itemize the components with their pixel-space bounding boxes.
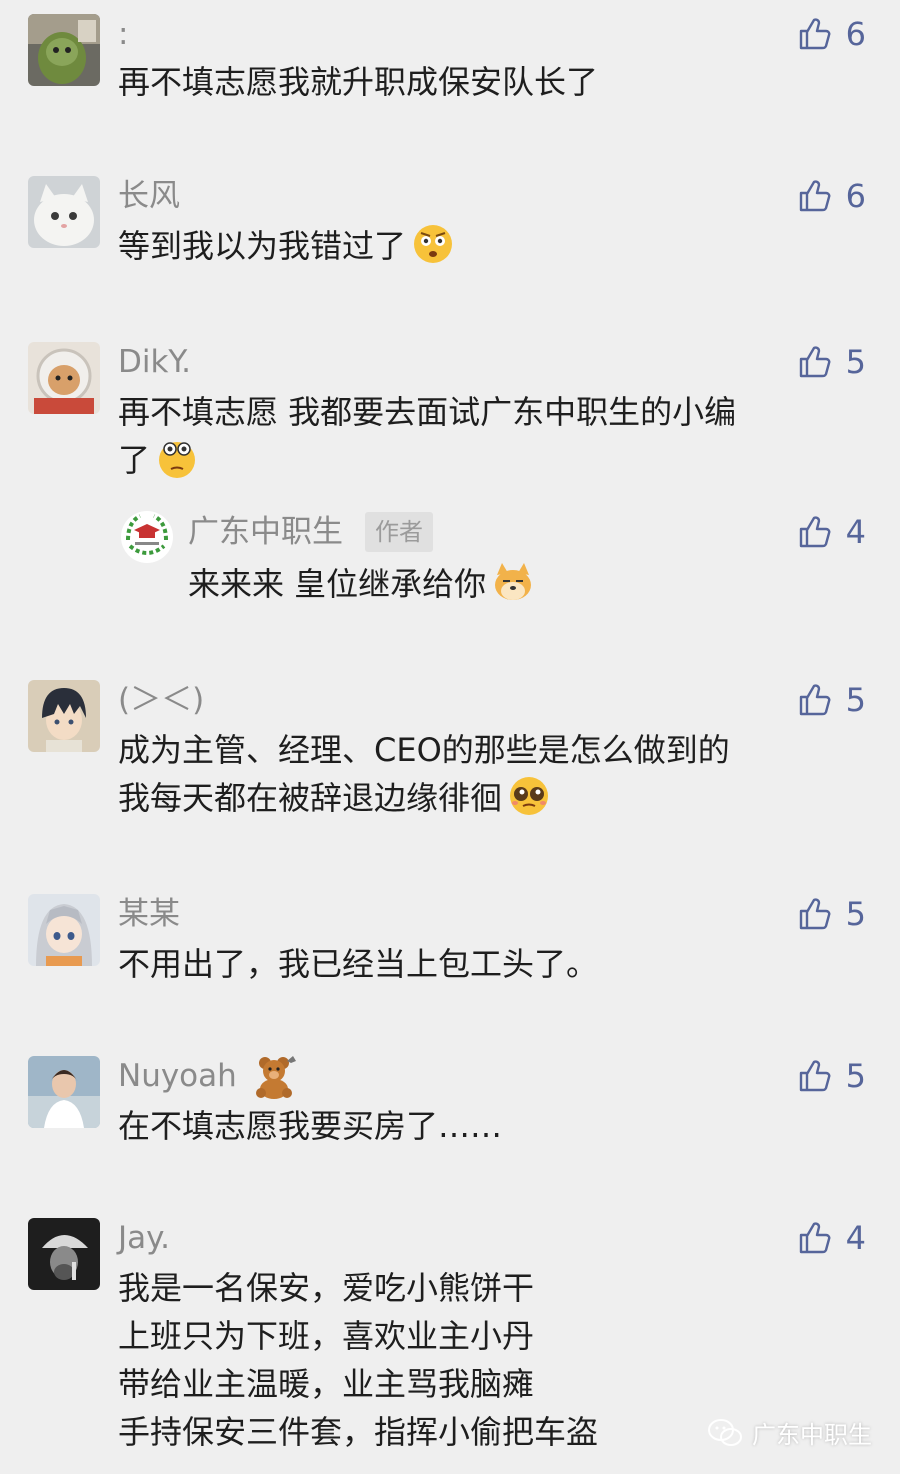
teddy-bear-icon bbox=[251, 1053, 301, 1099]
comment-line-text: 我每天都在被辞退边缘徘徊 bbox=[118, 779, 503, 817]
anime-boy-avatar[interactable] bbox=[28, 680, 100, 752]
man-with-cap-avatar[interactable] bbox=[28, 1218, 100, 1290]
comments-page: : 6 再不填志愿我就升职成保安队长了 长风 6 等到我以为我错过了 DikY.… bbox=[0, 0, 900, 1474]
comment-line: 成为主管、经理、CEO的那些是怎么做到的 bbox=[118, 731, 730, 769]
comment-text: 不用出了，我已经当上包工头了。 bbox=[118, 940, 838, 988]
comment-line: 了 bbox=[118, 436, 838, 484]
wechat-logo-icon bbox=[708, 1418, 742, 1446]
comment-text: 再不填志愿 我都要去面试广东中职生的小编 了 bbox=[118, 388, 838, 484]
comment-nickname: Nuyoah bbox=[118, 1058, 237, 1094]
comment-line-text: 等到我以为我错过了 bbox=[118, 227, 407, 265]
doge-emoji bbox=[492, 561, 534, 603]
reply-nickname: 广东中职生 bbox=[188, 514, 343, 550]
thumbs-up-icon bbox=[799, 1060, 831, 1092]
author-badge: 作者 bbox=[365, 512, 433, 552]
thumbs-up-icon bbox=[799, 346, 831, 378]
like-button[interactable]: 4 bbox=[798, 512, 866, 552]
comment-nickname: 某某 bbox=[118, 896, 180, 932]
comment-nickname: (＞＜) bbox=[118, 682, 205, 718]
comment-line: 再不填志愿 我都要去面试广东中职生的小编 bbox=[118, 393, 737, 431]
wide-eyed-face-emoji bbox=[156, 437, 198, 479]
comment-text: 再不填志愿我就升职成保安队长了 bbox=[118, 58, 838, 106]
pleading-face-emoji bbox=[508, 775, 550, 817]
school-emblem-avatar[interactable] bbox=[120, 510, 174, 564]
reply-nickname-row: 广东中职生 作者 bbox=[188, 510, 433, 554]
comment-line: 上班只为下班，喜欢业主小丹 bbox=[118, 1317, 535, 1355]
comment-nickname-row: Nuyoah bbox=[118, 1053, 301, 1099]
white-cat-avatar[interactable] bbox=[28, 176, 100, 248]
anime-girl-avatar[interactable] bbox=[28, 894, 100, 966]
thumbs-up-icon bbox=[799, 1222, 831, 1254]
comment-item: : 6 再不填志愿我就升职成保安队长了 bbox=[0, 14, 900, 144]
comment-item: 某某 5 不用出了，我已经当上包工头了。 bbox=[0, 894, 900, 1024]
like-count: 5 bbox=[845, 681, 866, 719]
comment-item: (＞＜) 5 成为主管、经理、CEO的那些是怎么做到的 我每天都在被辞退边缘徘徊 bbox=[0, 680, 900, 860]
like-count: 4 bbox=[845, 513, 866, 551]
thumbs-up-icon bbox=[799, 516, 831, 548]
comment-line: 等到我以为我错过了 bbox=[118, 222, 838, 270]
like-count: 5 bbox=[845, 343, 866, 381]
comment-text: 成为主管、经理、CEO的那些是怎么做到的 我每天都在被辞退边缘徘徊 bbox=[118, 726, 838, 822]
thumbs-up-icon bbox=[799, 898, 831, 930]
like-count: 6 bbox=[845, 177, 866, 215]
author-reply: 广东中职生 作者 4 来来来 皇位继承给你 bbox=[120, 510, 880, 620]
comment-item: Nuyoah 5 在不填志愿我要买房了…… bbox=[0, 1056, 900, 1186]
reply-text: 来来来 皇位继承给你 bbox=[188, 560, 534, 608]
green-plush-toy-avatar[interactable] bbox=[28, 14, 100, 86]
thumbs-up-icon bbox=[799, 684, 831, 716]
comment-line: 再不填志愿我就升职成保安队长了 bbox=[118, 63, 599, 101]
woman-portrait-avatar[interactable] bbox=[28, 1056, 100, 1128]
like-button[interactable]: 5 bbox=[798, 894, 866, 934]
like-button[interactable]: 5 bbox=[798, 342, 866, 382]
comment-nickname: : bbox=[118, 16, 129, 52]
thumbs-up-icon bbox=[799, 18, 831, 50]
comment-nickname: 长风 bbox=[118, 178, 180, 214]
like-count: 6 bbox=[845, 15, 866, 53]
comment-nickname: Jay. bbox=[118, 1220, 170, 1256]
comment-item: 长风 6 等到我以为我错过了 bbox=[0, 176, 900, 316]
thumbs-up-icon bbox=[799, 180, 831, 212]
like-button[interactable]: 5 bbox=[798, 680, 866, 720]
like-count: 5 bbox=[845, 895, 866, 933]
watermark-text: 广东中职生 bbox=[752, 1421, 872, 1449]
comment-line: 我是一名保安，爱吃小熊饼干 bbox=[118, 1269, 535, 1307]
comment-line: 我每天都在被辞退边缘徘徊 bbox=[118, 774, 838, 822]
comment-item: DikY. 5 再不填志愿 我都要去面试广东中职生的小编 了 广东中职生 作者 … bbox=[0, 342, 900, 632]
reply-text-content: 来来来 皇位继承给你 bbox=[188, 565, 487, 603]
comment-line: 带给业主温暖，业主骂我脑瘫 bbox=[118, 1365, 535, 1403]
watermark: 广东中职生 bbox=[708, 1415, 872, 1450]
comment-line: 不用出了，我已经当上包工头了。 bbox=[118, 945, 599, 983]
like-button[interactable]: 4 bbox=[798, 1218, 866, 1258]
astronaut-cat-avatar[interactable] bbox=[28, 342, 100, 414]
like-button[interactable]: 6 bbox=[798, 176, 866, 216]
like-count: 5 bbox=[845, 1057, 866, 1095]
comment-text: 等到我以为我错过了 bbox=[118, 222, 838, 270]
comment-nickname: DikY. bbox=[118, 344, 191, 380]
like-button[interactable]: 6 bbox=[798, 14, 866, 54]
like-button[interactable]: 5 bbox=[798, 1056, 866, 1096]
comment-line: 在不填志愿我要买房了…… bbox=[118, 1107, 503, 1145]
like-count: 4 bbox=[845, 1219, 866, 1257]
shocked-face-emoji bbox=[412, 223, 454, 265]
comment-text: 在不填志愿我要买房了…… bbox=[118, 1102, 838, 1150]
comment-line-text: 了 bbox=[118, 441, 151, 479]
